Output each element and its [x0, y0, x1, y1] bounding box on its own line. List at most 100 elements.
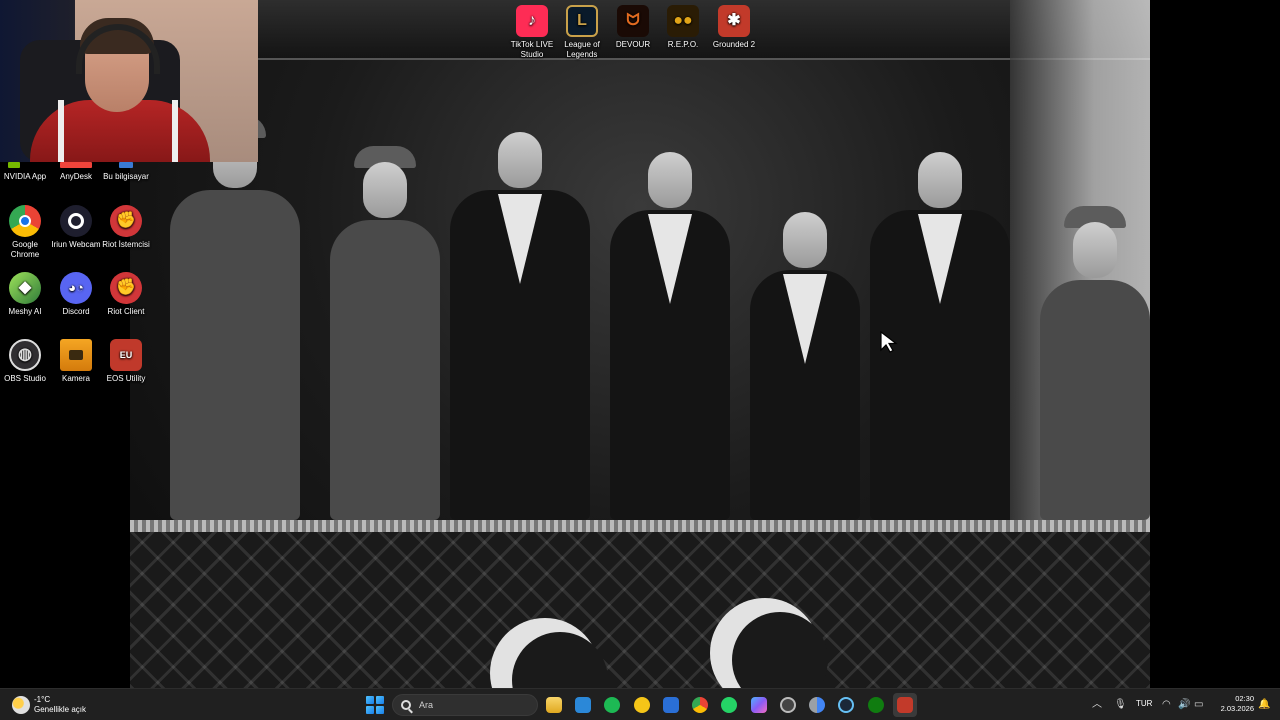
desktop-icon-nvidia-app[interactable]: NVIDIA App	[0, 162, 50, 182]
wallpaper-figure	[870, 152, 1010, 520]
language-indicator[interactable]: TUR	[1136, 699, 1152, 708]
taskbar-search[interactable]: Ara	[392, 694, 538, 716]
taskbar-xbox[interactable]	[864, 693, 888, 717]
desktop: ♪ TikTok LIVE Studio L League of Legends…	[0, 0, 1280, 688]
microphone-icon[interactable]: 🎙	[1114, 698, 1127, 712]
desktop-icon-bu-bilgisayar[interactable]: Bu bilgisayar	[101, 162, 151, 182]
desktop-icon-label: Google Chrome	[10, 240, 40, 259]
desktop-icon-riot-client[interactable]: ✊ Riot Client	[101, 272, 151, 317]
crescent-icon	[490, 618, 608, 688]
weather-widget[interactable]: -1°C Genellikle açık	[12, 694, 86, 716]
grounded-2-icon: ✱	[718, 5, 750, 37]
search-icon	[401, 700, 411, 710]
xbox-icon	[868, 697, 884, 713]
notification-bell-icon[interactable]: 🔔	[1258, 698, 1270, 712]
desktop-icon-iriun-webcam[interactable]: Iriun Webcam	[51, 205, 101, 250]
wifi-icon[interactable]: ◠	[1162, 698, 1171, 712]
wallpaper-figure	[330, 146, 440, 520]
desktop-icon-league-of-legends[interactable]: L League of Legends	[557, 5, 607, 60]
repo-icon: ●●	[667, 5, 699, 37]
copilot-icon	[751, 697, 767, 713]
norton-icon	[634, 697, 650, 713]
taskbar-blue-app[interactable]	[659, 693, 683, 717]
weather-temperature: -1°C	[34, 695, 51, 704]
taskbar-file-explorer[interactable]	[542, 693, 566, 717]
desktop-icon-anydesk[interactable]: AnyDesk	[51, 162, 101, 182]
show-hidden-icons-chevron-icon[interactable]: ︿	[1092, 698, 1102, 712]
start-button[interactable]	[366, 696, 384, 714]
clock-time: 02:30	[1235, 694, 1254, 703]
discord-icon: ◕◔	[60, 272, 92, 304]
desktop-icon-obs-studio[interactable]: ◍ OBS Studio	[0, 339, 50, 384]
desktop-icon-label: EOS Utility	[106, 374, 146, 383]
taskbar-obs[interactable]	[776, 693, 800, 717]
blue-app-icon	[663, 697, 679, 713]
camera-icon	[60, 339, 92, 371]
desktop-icon-google-chrome[interactable]: Google Chrome	[0, 205, 50, 260]
desktop-icon-label: Riot İstemcisi	[102, 240, 150, 249]
anydesk-icon	[60, 162, 92, 168]
desktop-icon-label: AnyDesk	[59, 172, 92, 181]
wallpaper-balcony-rail	[130, 520, 1150, 532]
obs-taskbar-icon	[780, 697, 796, 713]
taskbar-spotify[interactable]	[600, 693, 624, 717]
steam-icon	[838, 697, 854, 713]
desktop-icon-eos-utility[interactable]: EU EOS Utility	[101, 339, 151, 384]
taskbar-whatsapp[interactable]	[717, 693, 741, 717]
desktop-icon-meshy-ai[interactable]: ◆ Meshy AI	[0, 272, 50, 317]
weather-icon	[12, 696, 30, 714]
eos-badge: EU	[119, 350, 133, 360]
crescent-icon	[710, 598, 828, 688]
wallpaper-figure	[450, 132, 590, 520]
weather-description: Genellikle açık	[34, 705, 87, 714]
taskbar-chrome[interactable]	[688, 693, 712, 717]
wallpaper-figure	[1040, 206, 1150, 520]
taskbar-clock[interactable]: 02:30 2.03.2026	[1212, 694, 1254, 714]
desktop-icon-grounded-2[interactable]: ✱ Grounded 2	[709, 5, 759, 50]
desktop-icon-repo[interactable]: ●● R.E.P.O.	[658, 5, 708, 50]
nvidia-app-icon	[8, 162, 20, 168]
wallpaper-figure	[750, 212, 860, 520]
desktop-icon-kamera[interactable]: Kamera	[51, 339, 101, 384]
taskbar-chrome-dev[interactable]	[805, 693, 829, 717]
taskbar: -1°C Genellikle açık Ara ︿ 🎙 TUR ◠ 🔊 ▭ 0…	[0, 688, 1280, 720]
desktop-icon-label: Bu bilgisayar	[103, 172, 149, 181]
taskbar-microsoft-store[interactable]	[571, 693, 595, 717]
desktop-icon-label: Iriun Webcam	[51, 240, 101, 249]
windows-icon	[366, 696, 374, 704]
wallpaper-figure	[170, 116, 300, 520]
desktop-icon-label: League of Legends	[564, 40, 600, 59]
tiktok-live-icon: ♪	[516, 5, 548, 37]
microsoft-store-icon	[575, 697, 591, 713]
desktop-icon-label: DEVOUR	[615, 40, 651, 49]
desktop-icon-label: OBS Studio	[4, 374, 46, 383]
meshy-ai-icon: ◆	[9, 272, 41, 304]
taskbar-copilot[interactable]	[747, 693, 771, 717]
spotify-icon	[604, 697, 620, 713]
desktop-icon-riot-istemcisi[interactable]: ✊ Riot İstemcisi	[101, 205, 151, 250]
desktop-icon-tiktok-live-studio[interactable]: ♪ TikTok LIVE Studio	[507, 5, 557, 60]
devour-icon: ᗢ	[617, 5, 649, 37]
search-placeholder: Ara	[419, 700, 434, 710]
taskbar-grounded[interactable]	[893, 693, 917, 717]
riot-client-icon-2: ✊	[110, 272, 142, 304]
desktop-icon-label: Grounded 2	[712, 40, 756, 49]
desktop-icon-label: TikTok LIVE Studio	[510, 40, 554, 59]
desktop-icon-label: Riot Client	[107, 307, 145, 316]
desktop-icon-label: NVIDIA App	[3, 172, 47, 181]
taskbar-steam[interactable]	[834, 693, 858, 717]
webcam-overlay	[0, 0, 258, 162]
grounded-taskbar-icon	[897, 697, 913, 713]
chrome-icon	[9, 205, 41, 237]
wallpaper-carpet	[130, 532, 1150, 688]
clock-date: 2.03.2026	[1220, 704, 1254, 713]
battery-icon[interactable]: ▭	[1194, 698, 1203, 712]
riot-client-icon: ✊	[110, 205, 142, 237]
volume-icon[interactable]: 🔊	[1178, 698, 1190, 712]
this-pc-icon	[119, 162, 133, 168]
desktop-icon-label: Discord	[62, 307, 90, 316]
desktop-icon-label: Meshy AI	[8, 307, 42, 316]
desktop-icon-devour[interactable]: ᗢ DEVOUR	[608, 5, 658, 50]
desktop-icon-discord[interactable]: ◕◔ Discord	[51, 272, 101, 317]
taskbar-norton[interactable]	[630, 693, 654, 717]
